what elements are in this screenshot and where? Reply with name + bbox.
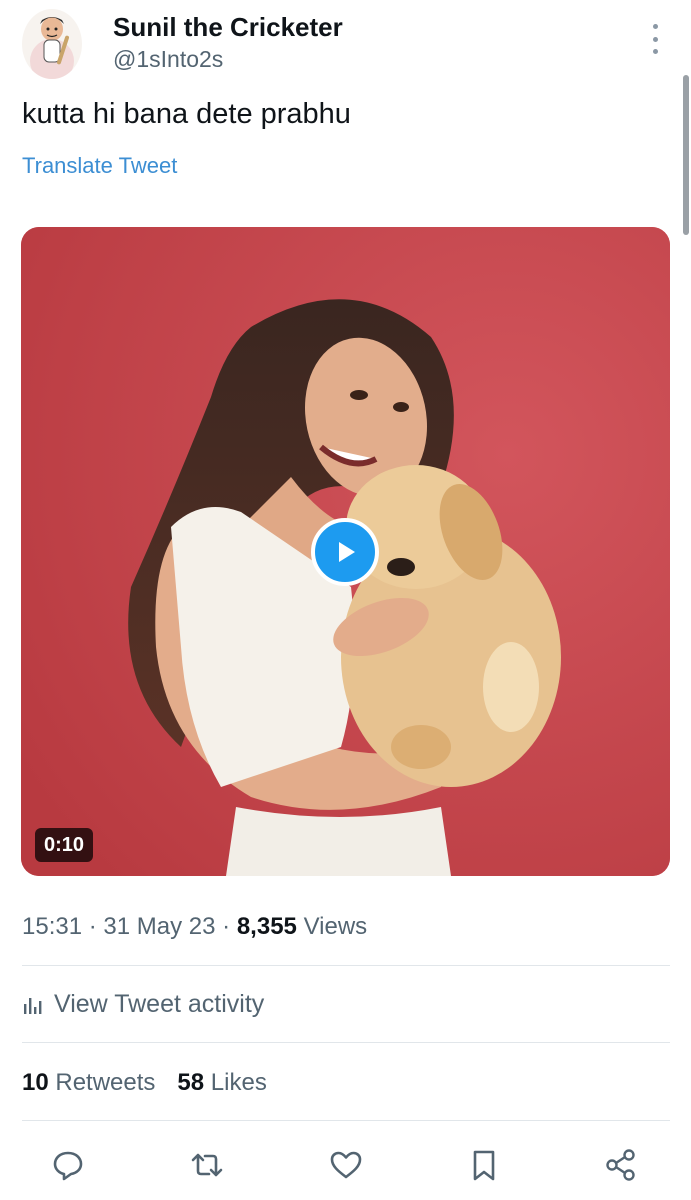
activity-label: View Tweet activity [54,990,265,1018]
tweet-date[interactable]: 31 May 23 [103,913,215,940]
tweet-detail-page: Sunil the Cricketer @1sInto2s kutta hi b… [0,0,691,1200]
avatar[interactable] [22,9,82,79]
likes-stat[interactable]: 58 Likes [177,1069,266,1096]
author-handle[interactable]: @1sInto2s [113,46,223,73]
divider [22,1042,670,1043]
more-options-icon[interactable] [643,24,667,54]
share-button[interactable] [601,1145,641,1185]
tweet-meta: 15:31 · 31 May 23 · 8,355 Views [22,913,367,941]
like-button[interactable] [326,1145,366,1185]
cricketer-caricature-icon [30,17,74,79]
meta-separator: · [88,913,97,940]
engagement-stats: 10 Retweets 58 Likes [22,1069,267,1097]
author-name[interactable]: Sunil the Cricketer [113,12,343,43]
views-label: Views [303,913,368,940]
view-tweet-activity-link[interactable]: View Tweet activity [22,990,264,1019]
retweets-label: Retweets [55,1069,156,1096]
divider [22,965,670,966]
likes-count: 58 [177,1069,205,1096]
retweet-button[interactable] [187,1145,227,1185]
reply-icon [53,1151,83,1181]
tweet-time[interactable]: 15:31 [22,913,82,940]
play-icon [339,542,355,562]
bar-chart-icon [24,997,42,1014]
scrollbar[interactable] [683,75,689,235]
retweet-icon [191,1153,223,1177]
meta-separator: · [222,913,231,940]
translate-tweet-link[interactable]: Translate Tweet [22,153,177,179]
likes-label: Likes [210,1069,267,1096]
play-button[interactable] [311,518,379,586]
bookmark-icon [473,1150,495,1181]
video-duration-badge: 0:10 [35,828,94,862]
video-media[interactable]: 0:10 [21,227,670,876]
bookmark-button[interactable] [464,1145,504,1185]
tweet-text: kutta hi bana dete prabhu [22,98,351,130]
share-icon [606,1149,635,1181]
views-count: 8,355 [236,913,297,940]
retweets-stat[interactable]: 10 Retweets [22,1069,155,1096]
reply-button[interactable] [48,1145,88,1185]
retweets-count: 10 [22,1069,49,1096]
like-icon [330,1151,362,1179]
divider [22,1120,670,1121]
